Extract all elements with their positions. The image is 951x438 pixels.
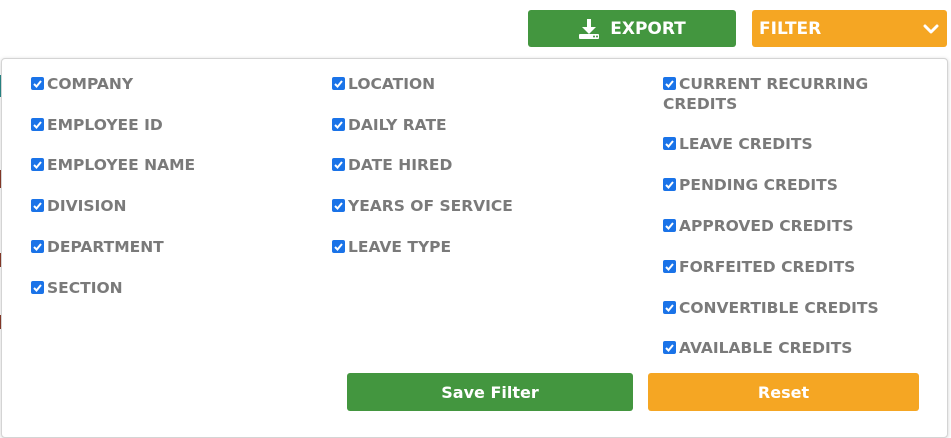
checkbox-checked[interactable] [31, 281, 44, 294]
filter-option-department[interactable]: DEPARTMENT [31, 237, 164, 257]
filter-option-label: AVAILABLE CREDITS [679, 339, 853, 357]
filter-option-label: DAILY RATE [348, 116, 447, 134]
save-filter-button[interactable]: Save Filter [347, 373, 633, 411]
filter-option-label: LOCATION [348, 75, 436, 93]
checkbox-checked[interactable] [31, 240, 44, 253]
filter-option-daily-rate[interactable]: DAILY RATE [332, 115, 447, 135]
filter-option-company[interactable]: COMPANY [31, 74, 133, 94]
filter-option-date-hired[interactable]: DATE HIRED [332, 155, 452, 175]
checkbox-checked[interactable] [332, 77, 345, 90]
filter-option-label: DATE HIRED [348, 156, 453, 174]
filter-option-label: CONVERTIBLE CREDITS [679, 299, 879, 317]
filter-option-label: FORFEITED CREDITS [679, 258, 856, 276]
filter-option-available-credits[interactable]: AVAILABLE CREDITS [663, 338, 852, 358]
filter-option-label: DEPARTMENT [47, 238, 164, 256]
filter-option-label: DIVISION [47, 197, 127, 215]
filter-option-employee-id[interactable]: EMPLOYEE ID [31, 115, 163, 135]
filter-option-leave-type[interactable]: LEAVE TYPE [332, 237, 451, 257]
filter-option-label: APPROVED CREDITS [679, 217, 854, 235]
filter-option-leave-credits[interactable]: LEAVE CREDITS [663, 134, 813, 154]
filter-option-label: LEAVE TYPE [348, 238, 452, 256]
filter-option-employee-name[interactable]: EMPLOYEE NAME [31, 155, 195, 175]
filter-option-label: COMPANY [47, 75, 134, 93]
checkbox-checked[interactable] [31, 77, 44, 90]
checkbox-checked[interactable] [663, 137, 676, 150]
filter-option-convertible-credits[interactable]: CONVERTIBLE CREDITS [663, 298, 879, 318]
filter-option-division[interactable]: DIVISION [31, 196, 126, 216]
checkbox-checked[interactable] [663, 301, 676, 314]
filter-option-location[interactable]: LOCATION [332, 74, 435, 94]
filter-option-forfeited-credits[interactable]: FORFEITED CREDITS [663, 257, 855, 277]
checkbox-checked[interactable] [31, 199, 44, 212]
filter-dropdown-button[interactable]: FILTER [752, 10, 947, 47]
filter-label: FILTER [759, 18, 822, 39]
checkbox-checked[interactable] [31, 158, 44, 171]
filter-option-label: PENDING CREDITS [679, 176, 838, 194]
checkbox-checked[interactable] [332, 199, 345, 212]
filter-option-label: EMPLOYEE ID [47, 116, 163, 134]
filter-option-years-of-service[interactable]: YEARS OF SERVICE [332, 196, 513, 216]
filter-option-pending-credits[interactable]: PENDING CREDITS [663, 175, 838, 195]
download-icon [578, 18, 600, 40]
filter-option-section[interactable]: SECTION [31, 278, 123, 298]
checkbox-checked[interactable] [332, 158, 345, 171]
export-button[interactable]: EXPORT [528, 10, 736, 47]
filter-option-label: LEAVE CREDITS [679, 135, 813, 153]
checkbox-checked[interactable] [332, 118, 345, 131]
filter-option-label: SECTION [47, 279, 123, 297]
checkbox-checked[interactable] [663, 260, 676, 273]
chevron-down-icon [923, 21, 939, 37]
filter-option-current-recurring-credits[interactable]: CURRENT RECURRING CREDITS [663, 74, 903, 114]
checkbox-checked[interactable] [663, 341, 676, 354]
filter-option-label: YEARS OF SERVICE [348, 197, 513, 215]
export-label: EXPORT [610, 18, 686, 39]
checkbox-checked[interactable] [332, 240, 345, 253]
filter-option-label: CURRENT RECURRING CREDITS [663, 75, 869, 113]
checkbox-checked[interactable] [663, 219, 676, 232]
checkbox-checked[interactable] [663, 77, 676, 90]
filter-option-approved-credits[interactable]: APPROVED CREDITS [663, 216, 854, 236]
checkbox-checked[interactable] [31, 118, 44, 131]
filter-option-label: EMPLOYEE NAME [47, 156, 196, 174]
checkbox-checked[interactable] [663, 178, 676, 191]
reset-button[interactable]: Reset [648, 373, 919, 411]
